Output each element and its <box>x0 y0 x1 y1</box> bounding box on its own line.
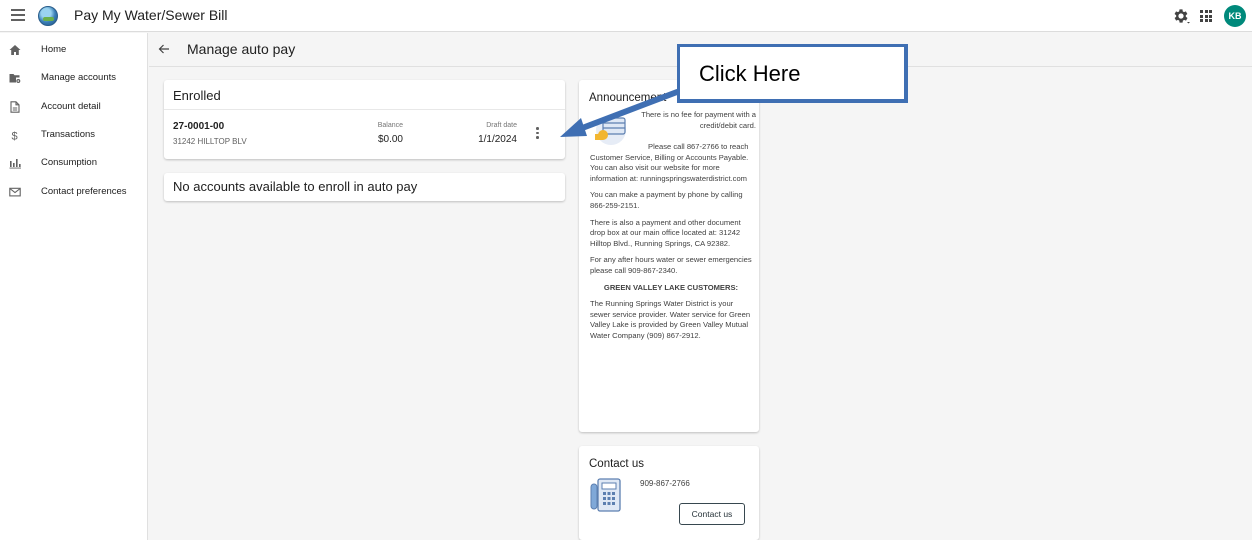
contact-phone: 909-867-2766 <box>640 479 690 488</box>
balance-value: $0.00 <box>377 134 403 145</box>
sidebar-item-home[interactable]: Home <box>0 37 148 63</box>
top-app-bar: Pay My Water/Sewer Bill KB <box>0 0 1252 32</box>
arrow-left-icon[interactable] <box>158 43 170 55</box>
account-address: 31242 HILLTOP BLV <box>173 137 247 146</box>
contact-us-button[interactable]: Contact us <box>679 503 745 525</box>
dollar-icon: $ <box>12 131 18 142</box>
enrolled-card: Enrolled 27-0001-00 31242 HILLTOP BLV Ba… <box>164 80 565 159</box>
district-logo[interactable] <box>38 6 58 26</box>
announcement-paragraph: There is also a payment and other docume… <box>590 217 741 248</box>
folder-settings-icon <box>9 74 21 83</box>
announcement-paragraph: For any after hours water or sewer emerg… <box>590 255 752 275</box>
announcement-paragraph: You can make a payment by phone by calli… <box>590 190 743 210</box>
apps-grid-icon[interactable] <box>1200 10 1212 22</box>
gear-icon[interactable] <box>1172 7 1190 25</box>
user-avatar[interactable]: KB <box>1224 5 1246 27</box>
hamburger-icon[interactable] <box>11 9 25 21</box>
sidebar-item-transactions[interactable]: $ Transactions <box>0 122 148 148</box>
sidebar-item-manage-accounts[interactable]: Manage accounts <box>0 65 148 91</box>
click-here-callout: Click Here <box>677 44 908 103</box>
contact-card: Contact us 909-867-2766 Contact us <box>579 446 759 540</box>
no-accounts-message: No accounts available to enroll in auto … <box>173 179 418 194</box>
sidebar-nav: Home Manage accounts Account detail $ Tr… <box>0 33 148 540</box>
announcement-body: Please call 867-2766 to reach Customer S… <box>590 142 752 348</box>
callout-text: Click Here <box>699 61 801 86</box>
sidebar-item-consumption[interactable]: Consumption <box>0 150 148 176</box>
document-icon <box>10 101 20 113</box>
announcement-paragraph: The Running Springs Water District is yo… <box>590 299 751 340</box>
telephone-illustration-icon <box>590 478 621 512</box>
enrolled-title: Enrolled <box>173 88 221 103</box>
draft-date-value: 1/1/2024 <box>478 134 517 145</box>
no-accounts-card: No accounts available to enroll in auto … <box>164 173 565 201</box>
sidebar-item-label: Home <box>41 44 67 55</box>
sidebar-item-label: Account detail <box>41 101 101 112</box>
sidebar-item-contact-preferences[interactable]: Contact preferences <box>0 179 148 205</box>
contact-title: Contact us <box>589 458 644 470</box>
announcement-heading: GREEN VALLEY LAKE CUSTOMERS: <box>603 282 739 292</box>
sidebar-item-label: Consumption <box>41 157 97 168</box>
home-icon <box>9 45 21 55</box>
annotation-arrow-icon <box>560 89 680 137</box>
app-title: Pay My Water/Sewer Bill <box>74 7 228 23</box>
balance-label: Balance <box>377 122 403 129</box>
sidebar-item-account-detail[interactable]: Account detail <box>0 94 148 120</box>
sidebar-item-label: Manage accounts <box>41 72 116 83</box>
draft-date-label: Draft date <box>486 122 517 129</box>
svg-text:$: $ <box>12 131 18 142</box>
announcement-paragraph: Please call 867-2766 to reach Customer S… <box>590 142 749 183</box>
envelope-icon <box>9 187 21 197</box>
sidebar-item-label: Contact preferences <box>41 186 127 197</box>
account-number: 27-0001-00 <box>173 121 225 132</box>
bar-chart-icon <box>9 159 21 169</box>
page-title: Manage auto pay <box>187 41 296 57</box>
sidebar-item-label: Transactions <box>41 129 96 140</box>
more-options-icon[interactable] <box>536 127 540 139</box>
divider <box>164 109 565 110</box>
